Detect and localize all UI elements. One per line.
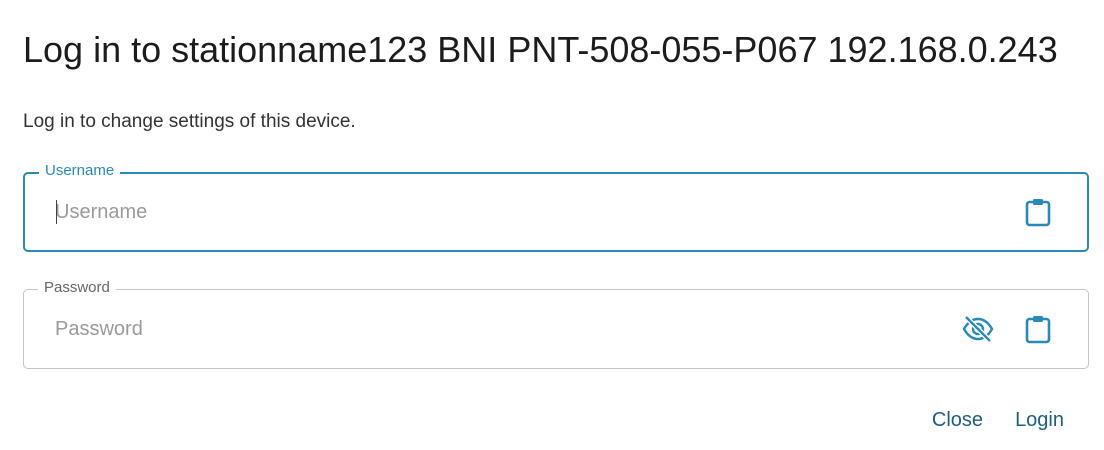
clipboard-icon[interactable] — [1022, 313, 1054, 345]
username-label: Username — [39, 162, 121, 180]
login-button[interactable]: Login — [999, 402, 1080, 438]
password-input[interactable] — [55, 314, 935, 344]
dialog-actions: Close Login — [916, 402, 1080, 438]
username-input[interactable] — [55, 197, 935, 227]
dialog-title: Log in to stationname123 BNI PNT-508-055… — [23, 29, 1058, 70]
close-button[interactable]: Close — [916, 402, 999, 438]
password-field[interactable]: Password — [23, 279, 1089, 369]
eye-off-icon[interactable] — [962, 313, 994, 345]
login-dialog: Log in to stationname123 BNI PNT-508-055… — [0, 0, 1104, 450]
text-caret — [56, 200, 57, 224]
dialog-subtitle: Log in to change settings of this device… — [23, 111, 356, 132]
username-field[interactable]: Username — [23, 162, 1089, 252]
password-label: Password — [38, 279, 116, 297]
clipboard-icon[interactable] — [1022, 196, 1054, 228]
